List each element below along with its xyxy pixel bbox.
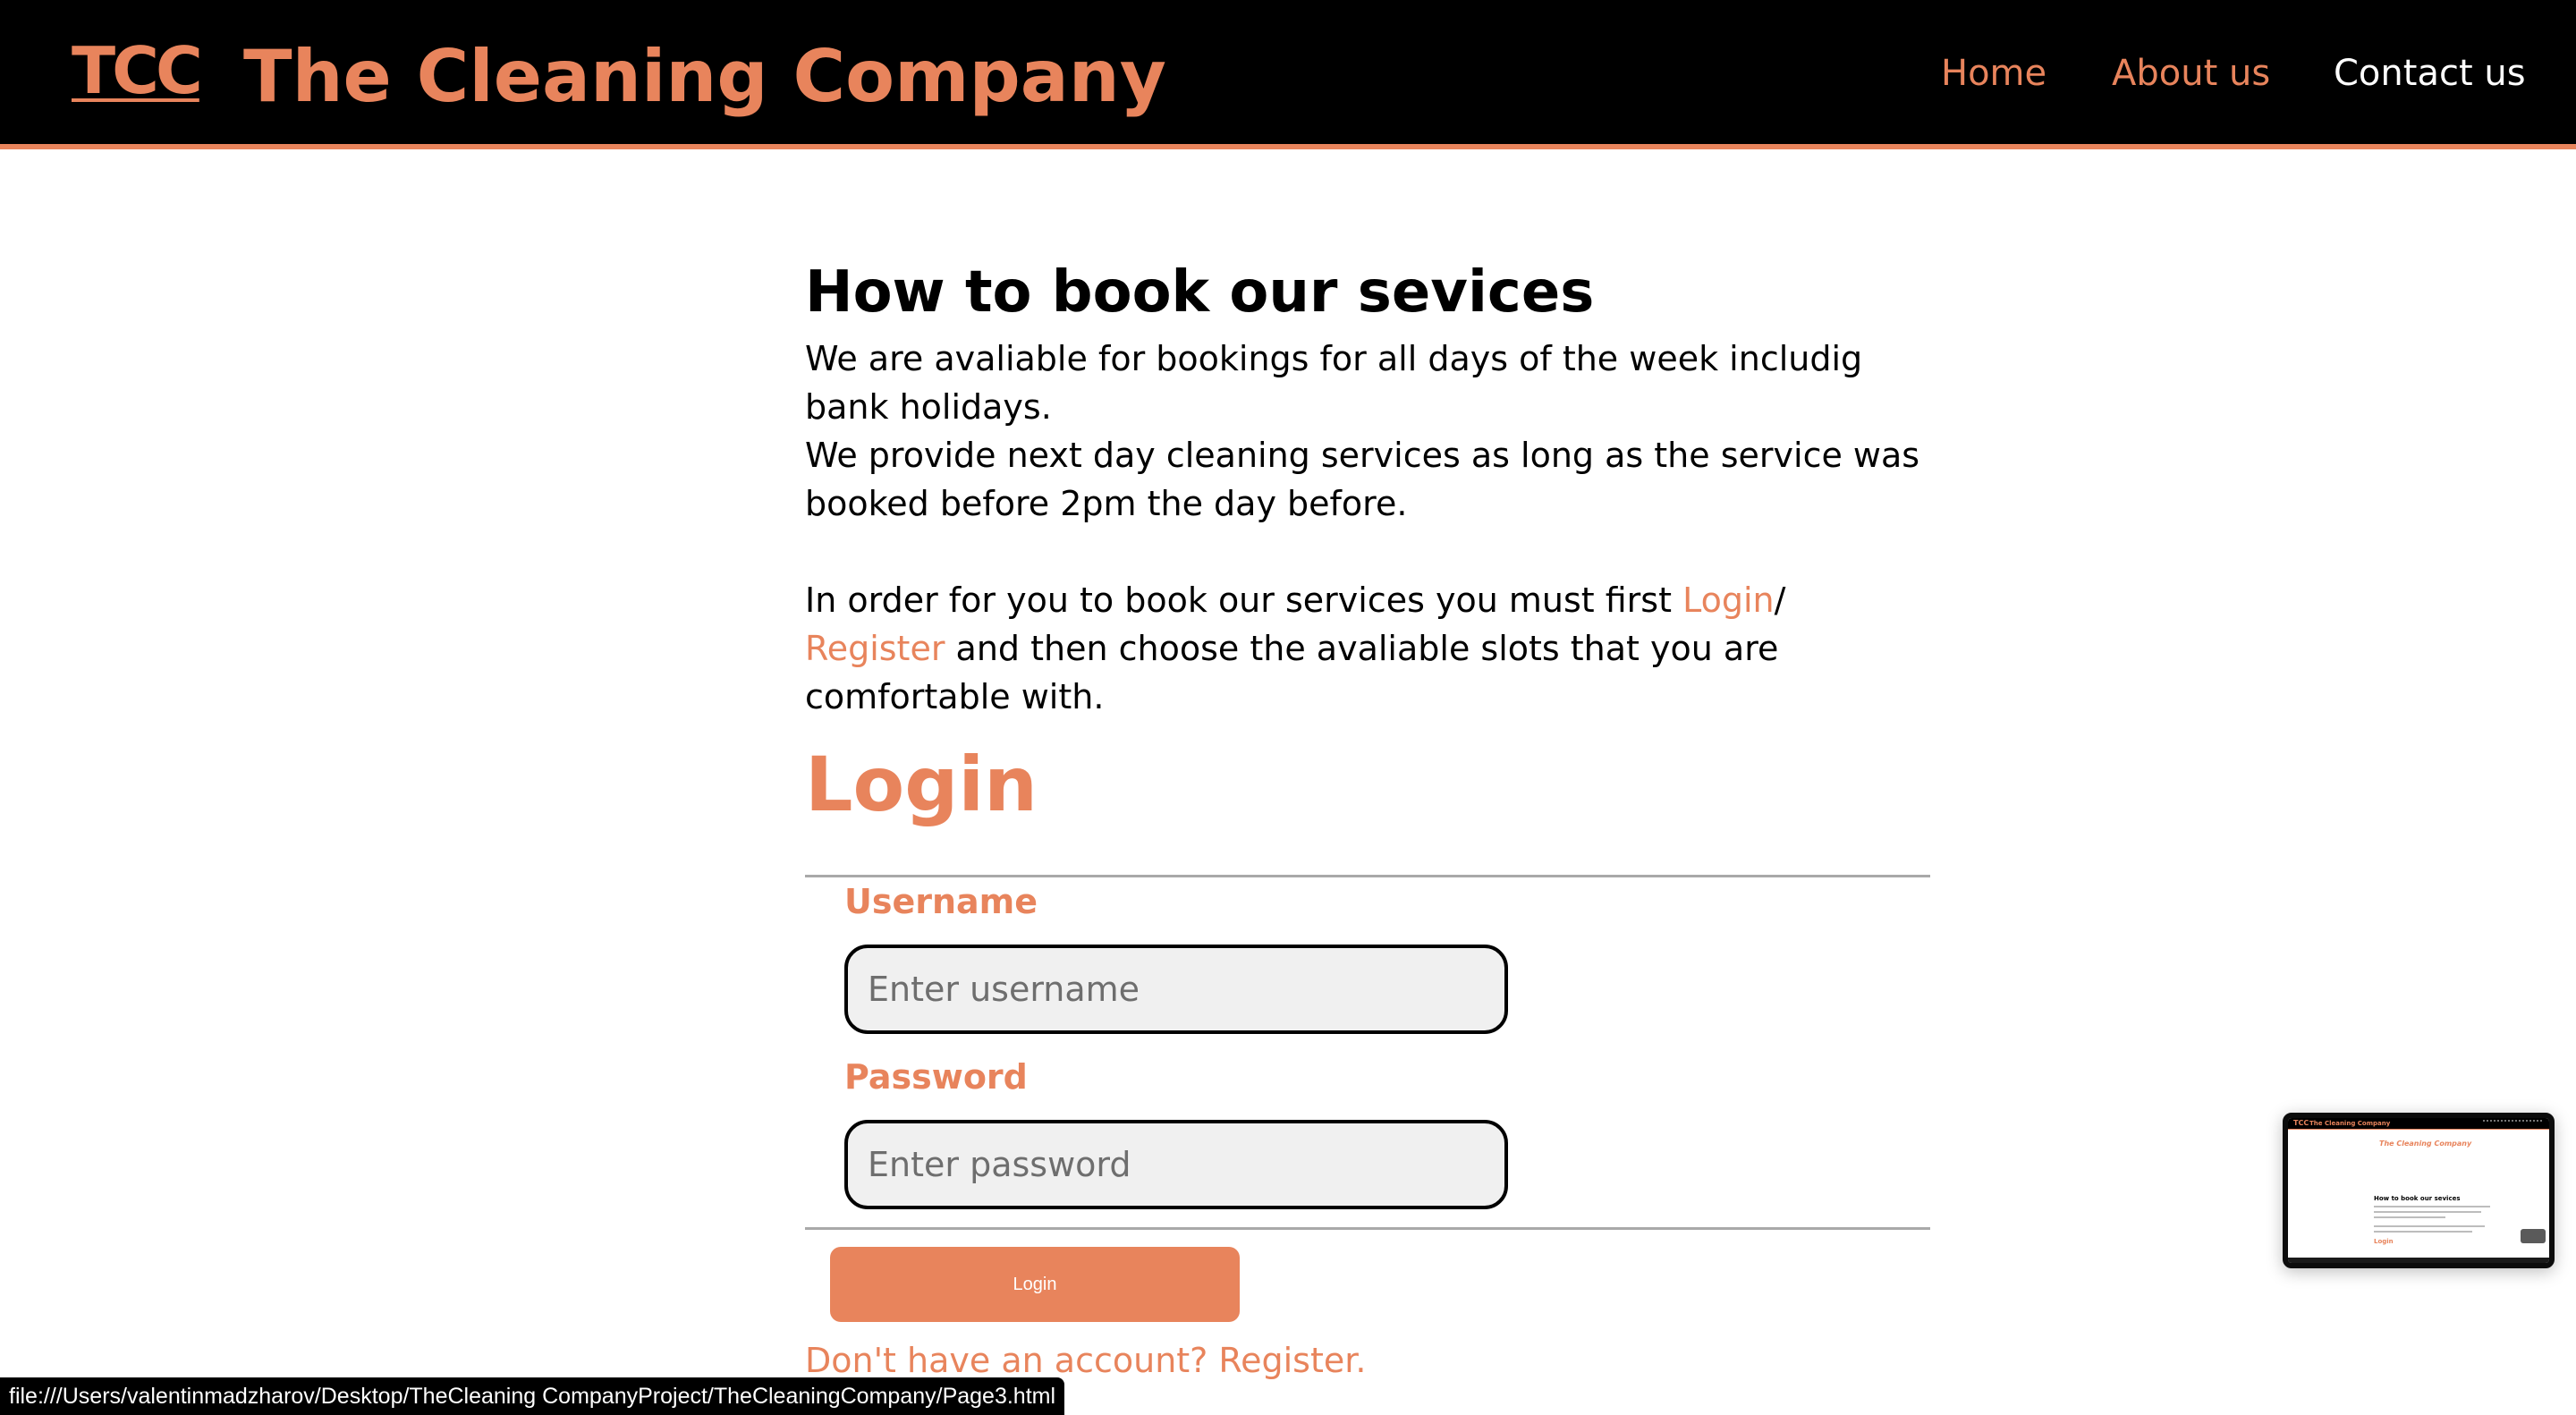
inline-link-separator: / (1774, 580, 1786, 620)
thumbnail-banner: The Cleaning Company (2379, 1140, 2472, 1148)
inline-login-link[interactable]: Login (1682, 580, 1775, 620)
thumbnail-overlay (2521, 1229, 2546, 1243)
thumbnail-logo: TCC (2293, 1119, 2309, 1127)
nav-contact-link[interactable]: Contact us (2334, 51, 2526, 96)
window-preview-thumbnail[interactable]: TCC The Cleaning Company The Cleaning Co… (2283, 1113, 2555, 1268)
thumbnail-header: TCC The Cleaning Company (2288, 1118, 2549, 1130)
booking-next-day-text: We provide next day cleaning services as… (805, 436, 1920, 523)
site-title: The Cleaning Company (243, 35, 1166, 118)
booking-info-section: How to book our sevices We are avaliable… (805, 250, 1932, 721)
username-input[interactable] (844, 945, 1508, 1034)
thumbnail-nav (2483, 1120, 2542, 1127)
booking-instructions-text: In order for you to book our services yo… (805, 576, 1932, 721)
form-bottom-divider (805, 1227, 1930, 1230)
thumbnail-heading: How to book our sevices (2374, 1195, 2461, 1202)
password-input[interactable] (844, 1120, 1508, 1209)
password-label: Password (844, 1057, 1028, 1097)
site-logo[interactable]: TCC (72, 38, 203, 104)
username-label: Username (844, 882, 1038, 921)
link-status-bar: file:///Users/valentinmadzharov/Desktop/… (0, 1377, 1065, 1415)
thumbnail-site-title: The Cleaning Company (2309, 1120, 2391, 1127)
booking-heading: How to book our sevices (805, 259, 1595, 326)
thumbnail-text-line (2374, 1225, 2485, 1227)
booking-availability-text: We are avaliable for bookings for all da… (805, 339, 1863, 427)
form-top-divider (805, 875, 1930, 877)
thumbnail-text-line (2374, 1211, 2481, 1213)
thumbnail-status-strip (2288, 1258, 2549, 1263)
thumbnail-login: Login (2374, 1238, 2394, 1245)
nav-home-link[interactable]: Home (1941, 51, 2046, 96)
thumbnail-text-line (2374, 1231, 2472, 1233)
site-header: TCC The Cleaning Company Home About us C… (0, 0, 2576, 149)
login-button[interactable]: Login (830, 1247, 1240, 1322)
thumbnail-text-line (2374, 1206, 2490, 1207)
nav-about-link[interactable]: About us (2112, 51, 2270, 96)
register-link[interactable]: Don't have an account? Register. (805, 1338, 1366, 1383)
inline-register-link[interactable]: Register (805, 629, 945, 668)
booking-instructions-outro: and then choose the avaliable slots that… (805, 629, 1779, 716)
login-title: Login (805, 741, 1038, 828)
booking-instructions-intro: In order for you to book our services yo… (805, 580, 1683, 620)
thumbnail-text-line (2374, 1216, 2445, 1218)
